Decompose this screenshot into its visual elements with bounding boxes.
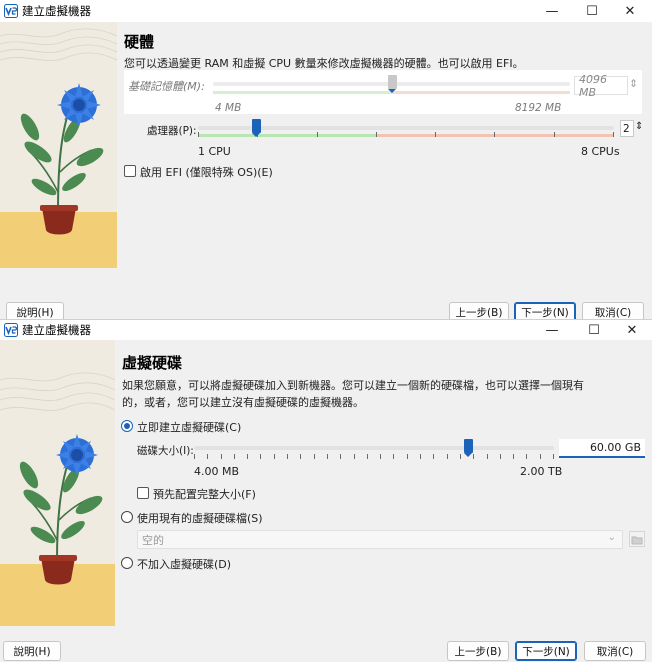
efi-checkbox[interactable] bbox=[124, 165, 136, 177]
slider-tick bbox=[435, 132, 436, 137]
existing-disk-select[interactable]: 空的 ⌄ bbox=[137, 530, 623, 549]
slider-tick bbox=[487, 454, 488, 459]
slider-tick bbox=[376, 132, 377, 137]
existing-disk-placeholder: 空的 bbox=[142, 533, 164, 547]
disk-size-label: 磁碟大小(I): bbox=[137, 445, 194, 457]
slider-tick bbox=[317, 132, 318, 137]
disk-size-min-label: 4.00 MB bbox=[194, 465, 240, 478]
slider-tick bbox=[198, 132, 199, 137]
slider-tick bbox=[420, 454, 421, 459]
disk-size-max-label: 2.00 TB bbox=[520, 465, 563, 478]
flower-illustration bbox=[0, 340, 115, 626]
slider-tick bbox=[407, 454, 408, 459]
memory-zone-red bbox=[391, 91, 570, 94]
cancel-button[interactable]: 取消(C) bbox=[584, 641, 646, 661]
help-button[interactable]: 說明(H) bbox=[3, 641, 61, 661]
close-button[interactable]: ✕ bbox=[608, 0, 652, 22]
slider-tick bbox=[380, 454, 381, 459]
preallocate-checkbox[interactable] bbox=[137, 487, 149, 499]
slider-tick bbox=[540, 454, 541, 459]
slider-tick bbox=[287, 454, 288, 459]
memory-label: 基礎記憶體(M): bbox=[128, 80, 205, 93]
slider-tick bbox=[300, 454, 301, 459]
processor-max-label: 8 CPUs bbox=[581, 145, 620, 158]
slider-tick bbox=[314, 454, 315, 459]
virtualbox-icon bbox=[4, 4, 18, 18]
minimize-button[interactable]: — bbox=[530, 320, 574, 340]
slider-tick bbox=[247, 454, 248, 459]
create-disk-label: 立即建立虛擬硬碟(C) bbox=[137, 421, 242, 434]
processor-value-field[interactable]: 2 bbox=[620, 120, 634, 137]
slider-tick bbox=[554, 132, 555, 137]
slider-tick bbox=[513, 454, 514, 459]
flower-illustration bbox=[0, 22, 117, 268]
chevron-down-icon: ⌄ bbox=[607, 532, 616, 543]
slider-tick bbox=[221, 454, 222, 459]
slider-tick bbox=[433, 454, 434, 459]
slider-tick bbox=[447, 454, 448, 459]
wizard-illustration bbox=[0, 340, 115, 626]
disk-size-value-field[interactable]: 60.00 GB bbox=[559, 439, 645, 458]
page-heading: 硬體 bbox=[124, 33, 155, 51]
next-button[interactable]: 下一步(N) bbox=[515, 641, 577, 661]
disk-size-slider-thumb[interactable] bbox=[464, 439, 473, 457]
slider-tick bbox=[460, 454, 461, 459]
slider-tick bbox=[367, 454, 368, 459]
preallocate-label: 預先配置完整大小(F) bbox=[153, 488, 256, 501]
title-bar[interactable]: 建立虛擬機器 — ☐ ✕ bbox=[0, 0, 652, 22]
slider-tick bbox=[340, 454, 341, 459]
slider-tick bbox=[327, 454, 328, 459]
slider-tick bbox=[234, 454, 235, 459]
slider-tick bbox=[274, 454, 275, 459]
browse-folder-icon[interactable] bbox=[629, 531, 645, 547]
processor-label: 處理器(P): bbox=[147, 125, 197, 137]
create-vm-disk-window: 建立虛擬機器 — ☐ ✕ 虛擬硬碟 如果您願意，可以將虛擬硬碟加入到新機器。您可… bbox=[0, 319, 652, 662]
window-title: 建立虛擬機器 bbox=[22, 323, 91, 337]
slider-tick bbox=[260, 454, 261, 459]
create-vm-hardware-window: 建立虛擬機器 — ☐ ✕ 硬體 您可以透過變更 RAM 和虛擬 CPU 數量來修… bbox=[0, 0, 652, 322]
processor-spin-icon[interactable]: ⇕ bbox=[635, 121, 643, 132]
disk-size-ticks bbox=[194, 454, 554, 460]
memory-spin-icon[interactable]: ⇕ bbox=[629, 78, 638, 90]
slider-tick bbox=[393, 454, 394, 459]
slider-tick bbox=[473, 454, 474, 459]
processor-min-label: 1 CPU bbox=[198, 145, 231, 158]
processor-slider-thumb[interactable] bbox=[252, 119, 261, 137]
memory-min-label: 4 MB bbox=[215, 102, 242, 114]
slider-tick bbox=[500, 454, 501, 459]
page-heading: 虛擬硬碟 bbox=[122, 354, 183, 372]
virtualbox-icon bbox=[4, 323, 18, 337]
slider-tick bbox=[354, 454, 355, 459]
window-title: 建立虛擬機器 bbox=[22, 4, 91, 18]
memory-zone-green bbox=[213, 91, 391, 94]
title-bar[interactable]: 建立虛擬機器 — ☐ ✕ bbox=[0, 320, 652, 340]
existing-disk-radio[interactable] bbox=[121, 511, 133, 523]
disk-size-slider-track[interactable] bbox=[194, 446, 554, 450]
efi-label: 啟用 EFI (僅限特殊 OS)(E) bbox=[140, 166, 273, 179]
slider-tick bbox=[526, 454, 527, 459]
close-button[interactable]: ✕ bbox=[610, 320, 652, 340]
slider-tick bbox=[494, 132, 495, 137]
minimize-button[interactable]: — bbox=[530, 0, 574, 22]
wizard-illustration bbox=[0, 22, 117, 268]
memory-slider-thumb[interactable] bbox=[388, 75, 397, 93]
no-disk-radio[interactable] bbox=[121, 557, 133, 569]
memory-value-field[interactable]: 4096 MB bbox=[574, 73, 628, 99]
page-description: 如果您願意，可以將虛擬硬碟加入到新機器。您可以建立一個新的硬碟檔，也可以選擇一個… bbox=[122, 379, 584, 409]
slider-tick bbox=[613, 132, 614, 137]
slider-tick bbox=[553, 454, 554, 459]
no-disk-label: 不加入虛擬硬碟(D) bbox=[137, 558, 232, 571]
slider-tick bbox=[194, 454, 195, 459]
slider-tick bbox=[207, 454, 208, 459]
create-disk-radio[interactable] bbox=[121, 420, 133, 432]
back-button[interactable]: 上一步(B) bbox=[447, 641, 509, 661]
existing-disk-label: 使用現有的虛擬硬碟檔(S) bbox=[137, 512, 263, 525]
memory-max-label: 8192 MB bbox=[515, 102, 562, 114]
